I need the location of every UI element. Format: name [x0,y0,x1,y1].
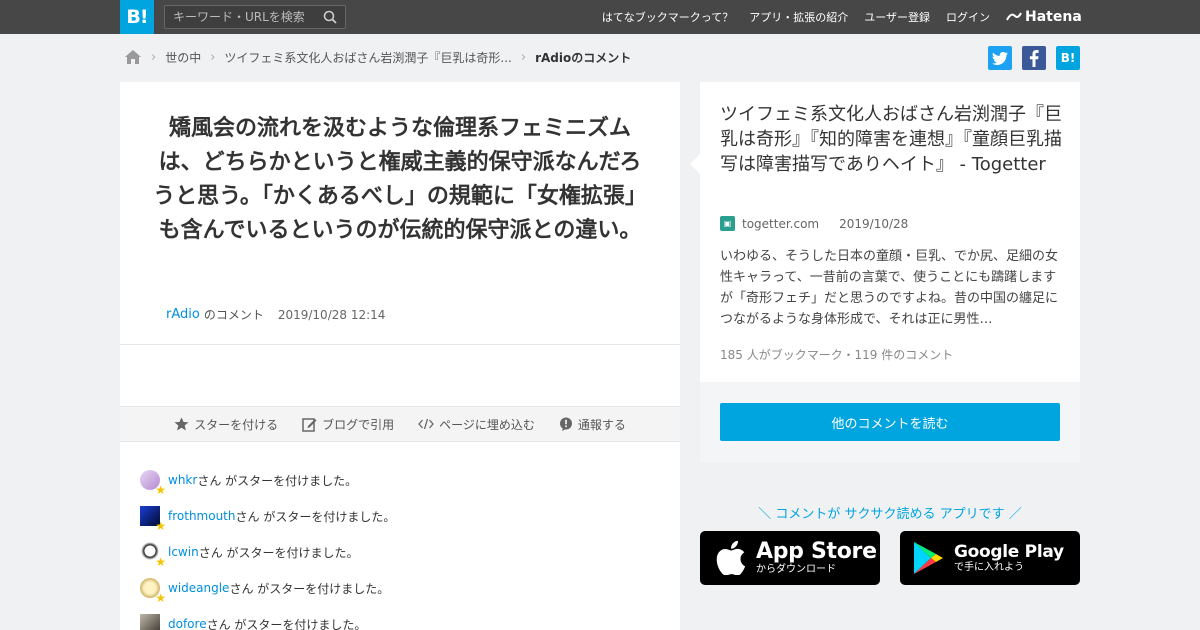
report-label: 通報する [577,417,626,432]
hatena-bookmark-logo[interactable]: B! [120,0,154,34]
comment-text: 矯風会の流れを汲むような倫理系フェミニズムは、どちらかというと権威主義的保守派な… [153,116,647,243]
star-user-link[interactable]: lcwin [168,545,199,559]
comment-datetime: 2019/10/28 12:14 [277,307,386,322]
embed-button[interactable]: ページに埋め込む [418,416,535,433]
star-list-item: ★ doforeさん がスターを付けました。 [140,606,395,630]
blog-quote-label: ブログで引用 [322,417,395,432]
search-icon[interactable] [323,10,337,24]
divider [120,344,680,345]
header-nav: はてなブックマークって？ アプリ・拡張の紹介 ユーザー登録 ログイン [602,0,990,34]
star-suffix: さん がスターを付けました。 [229,581,390,596]
avatar[interactable]: ★ [140,542,166,568]
read-more-comments-button[interactable]: 他のコメントを読む [720,403,1060,441]
star-list-item: ★ wideangle さん がスターを付けました。 [140,570,395,606]
avatar[interactable]: ★ [140,470,166,496]
site-favicon-icon: ▣ [720,216,735,231]
star-icon: ★ [155,591,166,605]
avatar[interactable]: ★ [140,614,166,630]
report-button[interactable]: 通報する [559,416,626,433]
alert-icon [559,417,572,431]
logo-text: B! [126,6,148,28]
star-list-item: ★ frothmouth さん がスターを付けました。 [140,498,395,534]
google-play-sublabel: で手に入れよう [954,562,1024,573]
bookmark-share-label: B! [1060,51,1076,65]
star-icon: ★ [155,519,166,533]
entry-card: ツイフェミ系文化人おばさん岩渕潤子『巨乳は奇形』『知的障害を連想』『童顔巨乳描写… [690,82,1080,382]
star-user-link[interactable]: frothmouth [168,509,236,523]
apple-icon [716,541,746,575]
breadcrumb-entry[interactable]: ツイフェミ系文化人おばさん岩渕潤子『巨乳は奇形... [224,49,511,66]
comment-actions: スターを付ける ブログで引用 ページに埋め込む 通報する [120,406,680,442]
entry-site: ▣ togetter.com 2019/10/28 [720,216,908,231]
star-user-link[interactable]: whkr [168,473,197,487]
star-icon [174,417,189,431]
star-icon: ★ [155,483,166,497]
comment-panel: 矯風会の流れを汲むような倫理系フェミニズムは、どちらかというと権威主義的保守派な… [120,82,680,630]
search-input[interactable] [173,9,321,25]
hatena-bookmark-share-button[interactable]: B! [1056,46,1080,70]
entry-date: 2019/10/28 [839,216,909,231]
add-star-button[interactable]: スターを付ける [174,416,278,433]
edit-icon [302,417,317,432]
star-list-item: ★ whkr さん がスターを付けました。 [140,462,395,498]
card-pointer [690,154,700,174]
chevron-right-icon: › [520,49,527,65]
app-promo-text: ＼ コメントが サクサク読める アプリです ／ [758,507,1022,522]
google-play-label: Google Play [954,542,1064,562]
avatar[interactable]: ★ [140,578,166,604]
entry-site-domain[interactable]: togetter.com [742,217,819,231]
nav-register[interactable]: ユーザー登録 [864,9,930,25]
twitter-icon [992,51,1008,65]
comment-meta: rAdio のコメント 2019/10/28 12:14 [166,306,385,323]
blog-quote-button[interactable]: ブログで引用 [302,416,394,433]
star-list-item: ★ lcwin さん がスターを付けました。 [140,534,395,570]
code-icon [418,418,434,430]
breadcrumb-current: rAdioのコメント [535,50,632,65]
app-store-label: App Store [756,539,877,564]
entry-card-footer: 他のコメントを読む [700,382,1080,462]
google-play-icon [914,542,943,574]
star-suffix: さん がスターを付けました。 [197,473,358,488]
hatena-brand-label: Hatena [1025,9,1082,25]
star-suffix: さん がスターを付けました。 [206,617,367,630]
entry-counts[interactable]: 185 人がブックマーク・119 件のコメント [720,346,953,363]
embed-label: ページに埋め込む [439,417,535,432]
avatar[interactable]: ★ [140,506,166,532]
hatena-brand-icon [1006,12,1022,21]
breadcrumb: › 世の中 › ツイフェミ系文化人おばさん岩渕潤子『巨乳は奇形... › rAd… [124,46,631,68]
star-user-link[interactable]: dofore [168,617,207,630]
home-icon[interactable] [124,49,142,65]
entry-excerpt: いわゆる、そうした日本の童顔・巨乳、でか尻、足細の女性キャラって、一昔前の言葉で… [720,249,1059,327]
facebook-share-button[interactable] [1022,46,1046,70]
add-star-label: スターを付ける [194,417,279,432]
google-play-button[interactable]: Google Play で手に入れよう [900,531,1080,585]
comment-user-link[interactable]: rAdio [166,307,200,322]
app-store-sublabel: からダウンロード [756,564,836,575]
breadcrumb-category[interactable]: 世の中 [165,49,201,66]
chevron-right-icon: › [151,49,157,65]
nav-apps[interactable]: アプリ・拡張の紹介 [749,9,848,25]
hatena-brand[interactable]: Hatena [1006,8,1082,26]
search-box[interactable] [164,5,346,29]
twitter-share-button[interactable] [988,46,1012,70]
entry-title[interactable]: ツイフェミ系文化人おばさん岩渕潤子『巨乳は奇形』『知的障害を連想』『童顔巨乳描写… [720,102,1065,177]
chevron-right-icon: › [210,49,216,65]
top-bar: B! はてなブックマークって？ アプリ・拡張の紹介 ユーザー登録 ログイン Ha… [0,0,1200,34]
star-icon: ★ [155,555,166,569]
nav-about[interactable]: はてなブックマークって？ [602,9,733,25]
app-store-button[interactable]: App Store からダウンロード [700,531,880,585]
star-suffix: さん がスターを付けました。 [235,509,396,524]
star-user-link[interactable]: wideangle [168,581,229,595]
star-list: ★ whkr さん がスターを付けました。 ★ frothmouth さん がスター… [140,462,395,630]
comment-user-suffix: のコメント [203,308,264,322]
facebook-icon [1029,49,1039,67]
star-suffix: さん がスターを付けました。 [198,545,359,560]
nav-login[interactable]: ログイン [946,9,990,25]
